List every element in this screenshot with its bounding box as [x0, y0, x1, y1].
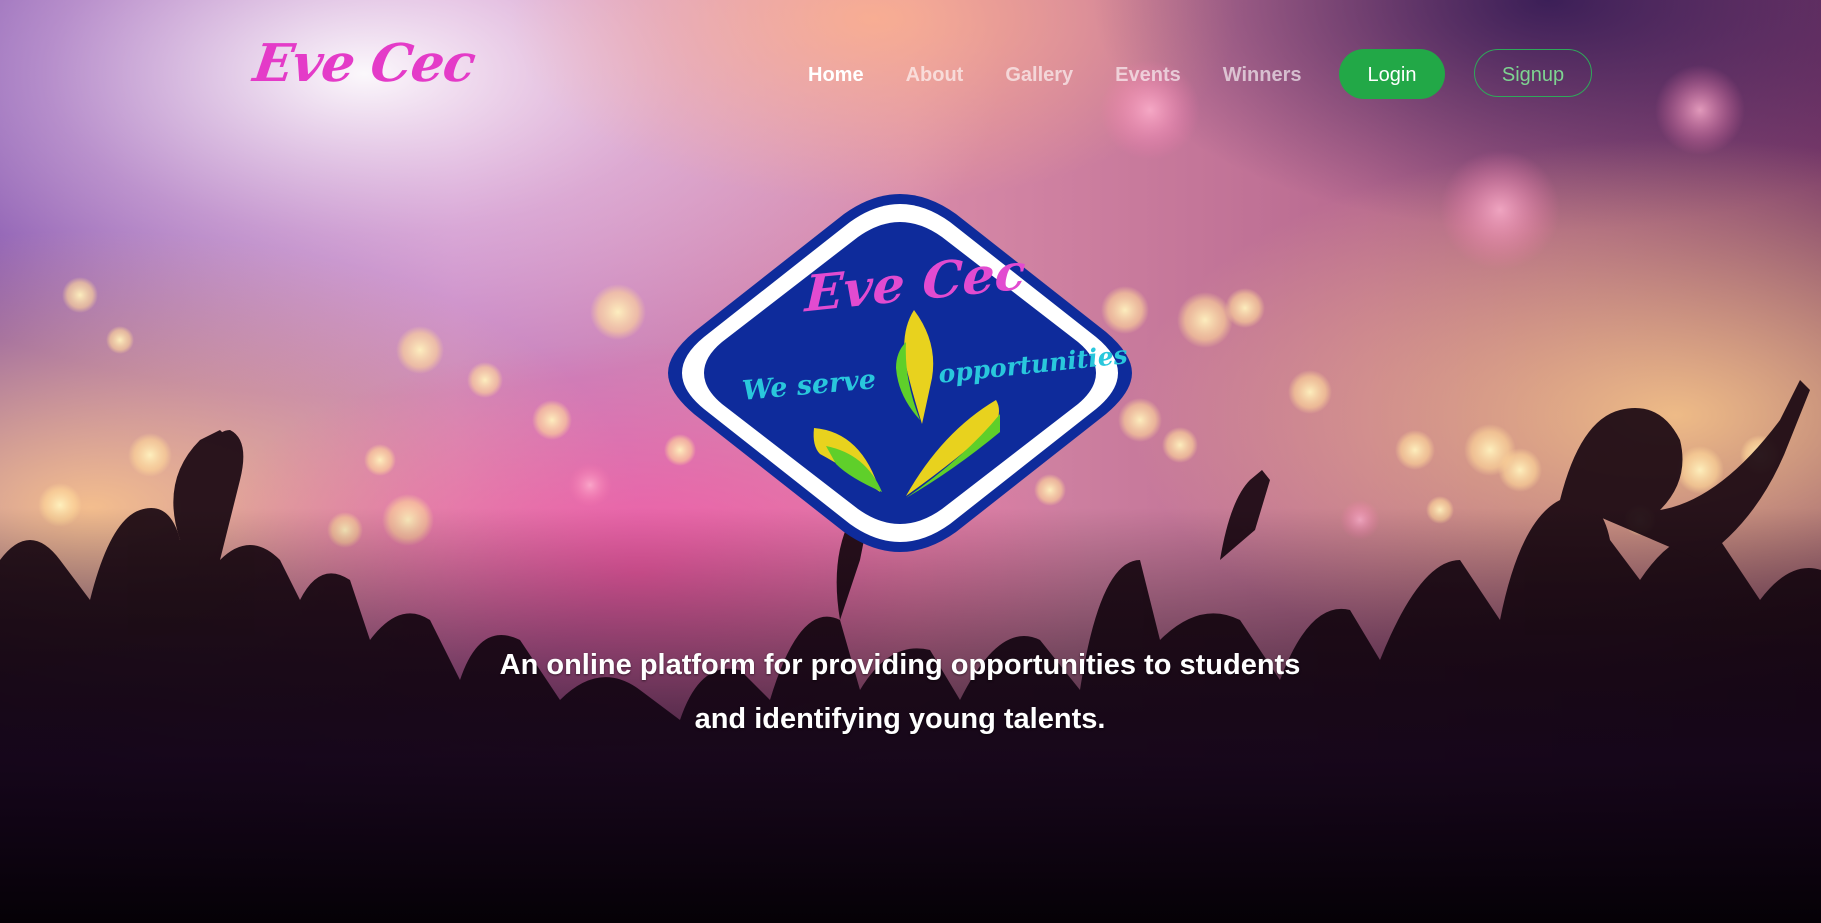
nav-item-gallery[interactable]: Gallery [1005, 62, 1073, 88]
nav-links: Home About Gallery Events Winners [808, 62, 1344, 88]
nav-item-winners[interactable]: Winners [1223, 62, 1302, 88]
signup-button[interactable]: Signup [1474, 49, 1592, 97]
nav-item-events[interactable]: Events [1115, 62, 1181, 88]
hero-section: Eve Cec Home About Gallery Events Winner… [0, 0, 1821, 923]
top-navbar: Eve Cec Home About Gallery Events Winner… [0, 0, 1821, 150]
hero-tagline: An online platform for providing opportu… [0, 638, 1800, 746]
tagline-line-2: and identifying young talents. [694, 703, 1106, 735]
hero-emblem-logo: Eve Cec We serve opportunities [666, 192, 1134, 554]
tagline-line-1: An online platform for providing opportu… [499, 649, 1301, 681]
nav-item-home[interactable]: Home [808, 62, 864, 88]
login-button[interactable]: Login [1339, 49, 1445, 99]
brand-logo[interactable]: Eve Cec [250, 33, 479, 94]
nav-item-about[interactable]: About [906, 62, 964, 88]
